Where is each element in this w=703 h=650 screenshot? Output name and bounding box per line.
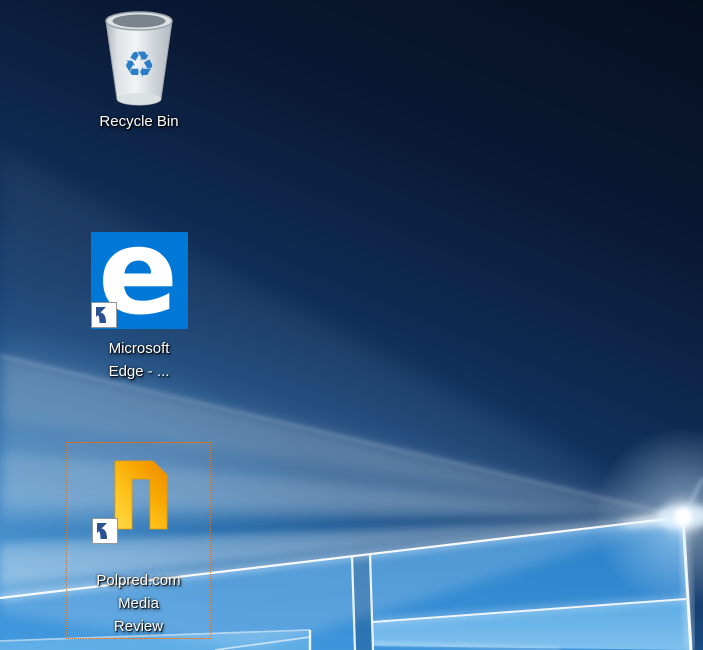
label-line: Review	[67, 615, 210, 638]
polpred-logo-icon	[113, 459, 169, 531]
desktop-icon-recycle-bin[interactable]: ♻ Recycle Bin	[66, 10, 212, 134]
desktop-icon-microsoft-edge[interactable]: e Microsoft Edge - ...	[66, 231, 212, 384]
recycle-symbol-icon: ♻	[123, 45, 155, 86]
icon-label-recycle-bin: Recycle Bin	[67, 110, 211, 133]
label-line: Edge - ...	[67, 360, 211, 383]
label-line: Recycle Bin	[67, 110, 211, 133]
shortcut-arrow-icon	[92, 518, 118, 544]
icon-label-polpred: Polpred.com Media Review	[67, 569, 210, 638]
label-line: Microsoft	[67, 337, 211, 360]
recycle-bin-icon: ♻	[89, 11, 189, 106]
label-line: Media	[67, 592, 210, 615]
windows-desktop: ♻ Recycle Bin e Microsoft Edge - ...	[0, 0, 703, 650]
shortcut-arrow-icon	[91, 302, 117, 328]
label-line: Polpred.com	[67, 569, 210, 592]
desktop-icon-polpred-media-review[interactable]: Polpred.com Media Review	[66, 442, 211, 639]
icon-label-microsoft-edge: Microsoft Edge - ...	[67, 337, 211, 383]
